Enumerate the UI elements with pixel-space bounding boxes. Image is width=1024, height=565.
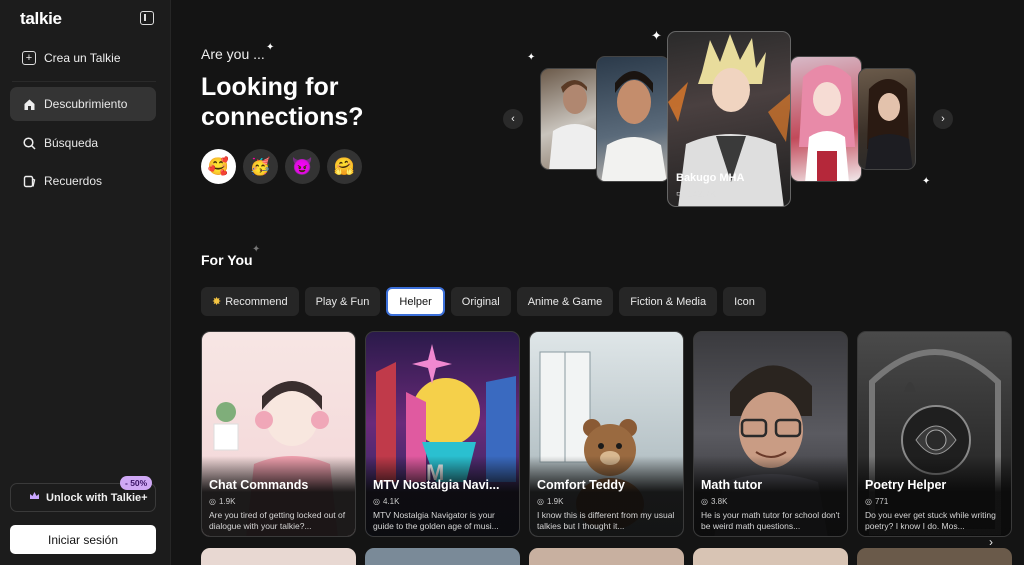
card-title: Chat Commands: [209, 478, 309, 492]
crown-icon: [29, 491, 40, 504]
category-tabs: ✸ Recommend Play & Fun Helper Original An…: [201, 287, 766, 316]
hero-subtitle: Are you ...: [201, 46, 265, 62]
sidebar-item-label: Descubrimiento: [44, 97, 128, 111]
card-count-value: 1.9K: [546, 497, 564, 506]
card-count-value: 4.1K: [382, 497, 400, 506]
talkie-card[interactable]: [529, 548, 684, 565]
talkie-logo[interactable]: talkie: [20, 9, 62, 29]
card-description: I know this is different from my usual t…: [537, 510, 675, 531]
character-card[interactable]: [858, 68, 916, 170]
card-count: ◎ 3.8K: [701, 497, 727, 506]
card-count: ◎ 4.1K: [373, 497, 399, 506]
card-count: ◎ 771: [865, 497, 888, 506]
unlock-label: Unlock with Talkie+: [46, 491, 148, 504]
character-card[interactable]: [540, 68, 602, 170]
home-icon: [22, 97, 36, 111]
talkie-card[interactable]: Poetry Helper ◎ 771 Do you ever get stuck…: [857, 331, 1012, 537]
card-title: Comfort Teddy: [537, 478, 625, 492]
talkie-card[interactable]: [857, 548, 1012, 565]
talkie-card[interactable]: Comfort Teddy ◎ 1.9K I know this is diffe…: [529, 331, 684, 537]
sidebar-item-memories[interactable]: Recuerdos: [10, 164, 156, 198]
tab-recommend[interactable]: ✸ Recommend: [201, 287, 299, 316]
tab-helper[interactable]: Helper: [386, 287, 445, 316]
talkie-card[interactable]: [365, 548, 520, 565]
search-icon: [22, 136, 36, 150]
featured-character-count: ▭ 142.7K: [676, 188, 716, 199]
chat-icon: ◎: [209, 497, 216, 506]
card-count: ◎ 1.9K: [209, 497, 235, 506]
character-portrait: [601, 71, 667, 181]
talkie-card[interactable]: Chat Commands ◎ 1.9K Are you tired of get…: [201, 331, 356, 537]
chat-count: 142.7K: [687, 188, 717, 199]
card-count-value: 1.9K: [218, 497, 236, 506]
character-portrait: [799, 65, 855, 181]
tab-original[interactable]: Original: [450, 287, 511, 316]
memories-icon: [22, 174, 36, 188]
sparkle-icon: ✦: [252, 244, 261, 255]
talkie-card[interactable]: [201, 548, 356, 565]
card-title: Math tutor: [701, 478, 763, 492]
login-button[interactable]: Iniciar sesión: [10, 525, 156, 554]
create-talkie-button[interactable]: + Crea un Talkie: [12, 44, 156, 72]
emoji-button[interactable]: 🥳: [243, 149, 278, 184]
chat-icon: ◎: [865, 497, 872, 506]
featured-character-name: Bakugo MHA: [676, 172, 745, 184]
plus-icon: +: [22, 51, 36, 65]
carousel-next-button[interactable]: ›: [933, 109, 953, 129]
card-title: Poetry Helper: [865, 478, 947, 492]
sparkle-icon: ✦: [527, 52, 536, 63]
sidebar-divider: [12, 81, 156, 82]
mood-emoji-row: 🥰 🥳 😈 🤗: [201, 149, 362, 184]
card-description: MTV Nostalgia Navigator is your guide to…: [373, 510, 499, 531]
character-portrait: [549, 80, 601, 169]
sparkle-icon: ✦: [922, 176, 931, 187]
sidebar-item-discover[interactable]: Descubrimiento: [10, 87, 156, 121]
sparkle-icon: ✦: [651, 28, 662, 43]
card-description: Are you tired of getting locked out of d…: [209, 510, 346, 531]
talkie-card[interactable]: M MTV Nostalgia Navi... ◎4.1K MTV Nostal…: [365, 331, 520, 537]
sidebar-item-search[interactable]: Búsqueda: [10, 126, 156, 160]
chat-icon: ◎: [537, 497, 544, 506]
character-portrait: [865, 79, 913, 169]
star-icon: ✸: [212, 296, 222, 308]
card-count: ◎ 1.9K: [537, 497, 563, 506]
card-description: He is your math tutor for school don't b…: [701, 510, 840, 531]
sidebar-item-label: Recuerdos: [44, 174, 103, 188]
hero-title: Looking for connections?: [201, 73, 364, 131]
featured-character-card[interactable]: Bakugo MHA ▭ 142.7K: [667, 31, 791, 207]
discount-badge: - 50%: [120, 476, 153, 490]
tab-label: Recommend: [225, 295, 288, 308]
chat-icon: ◎: [373, 497, 380, 506]
talkie-card[interactable]: Math tutor ◎ 3.8K He is your math tutor f…: [693, 331, 848, 537]
talkie-card-grid: Chat Commands ◎ 1.9K Are you tired of get…: [201, 331, 1012, 537]
chat-icon: ◎: [701, 497, 708, 506]
emoji-button[interactable]: 😈: [285, 149, 320, 184]
create-talkie-label: Crea un Talkie: [44, 51, 121, 65]
collapse-sidebar-icon[interactable]: [140, 11, 154, 25]
tab-play-fun[interactable]: Play & Fun: [304, 287, 381, 316]
talkie-card[interactable]: [693, 548, 848, 565]
tab-fiction-media[interactable]: Fiction & Media: [619, 287, 718, 316]
tab-icon[interactable]: Icon: [723, 287, 766, 316]
emoji-button[interactable]: 🤗: [327, 149, 362, 184]
card-count-value: 3.8K: [710, 497, 728, 506]
sidebar-item-label: Búsqueda: [44, 136, 99, 150]
tab-anime-game[interactable]: Anime & Game: [516, 287, 614, 316]
character-card[interactable]: [790, 56, 862, 182]
talkie-card-grid-row-2: [201, 548, 1012, 565]
character-card[interactable]: [596, 56, 670, 182]
chevron-right-icon[interactable]: ›: [989, 535, 993, 549]
carousel-prev-button[interactable]: ‹: [503, 109, 523, 129]
sidebar: talkie + Crea un Talkie Descubrimiento B…: [0, 0, 171, 565]
sparkle-icon: ✦: [266, 42, 275, 53]
chat-icon: ▭: [676, 188, 685, 198]
emoji-button[interactable]: 🥰: [201, 149, 236, 184]
card-count-value: 771: [874, 497, 889, 506]
card-title: MTV Nostalgia Navi...: [373, 478, 500, 492]
card-description: Do you ever get stuck while writing poet…: [865, 510, 996, 531]
for-you-title: For You: [201, 252, 253, 268]
